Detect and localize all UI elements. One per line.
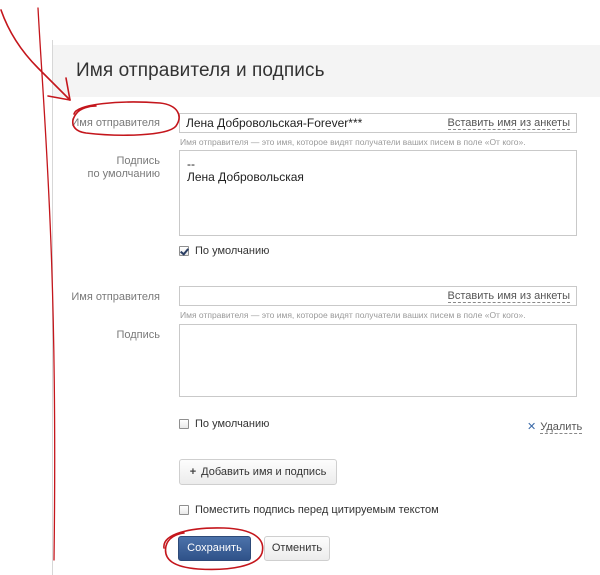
insert-name-from-profile-link[interactable]: Вставить имя из анкеты: [447, 117, 570, 130]
signature-label-line1: Подпись: [116, 155, 160, 167]
signature-line-2: Лена Добровольская: [187, 170, 304, 184]
signature-textarea-2[interactable]: [179, 324, 577, 397]
sender-name-label: Имя отправителя: [71, 117, 160, 129]
sender-name-label-2: Имя отправителя: [71, 291, 160, 303]
default-checkbox-2[interactable]: [179, 419, 189, 429]
settings-page: Имя отправителя и подпись Имя отправител…: [0, 0, 600, 575]
signature-label-2: Подпись: [116, 329, 160, 341]
close-icon: ✕: [527, 421, 537, 433]
default-checkbox-label-1: По умолчанию: [195, 245, 270, 257]
delete-sender-link[interactable]: ✕ Удалить: [527, 420, 583, 434]
signature-textarea[interactable]: -- Лена Добровольская: [179, 150, 577, 236]
default-checkbox-label-2: По умолчанию: [195, 418, 270, 430]
sender-name-hint-2: Имя отправителя — это имя, которое видят…: [180, 310, 526, 320]
default-checkbox-1[interactable]: [179, 246, 189, 256]
sender-name-hint: Имя отправителя — это имя, которое видят…: [180, 137, 526, 147]
add-sender-button[interactable]: + Добавить имя и подпись: [179, 459, 337, 485]
signature-line-1: --: [187, 157, 195, 171]
signature-label: Подпись по умолчанию: [10, 155, 160, 181]
save-button[interactable]: Сохранить: [178, 536, 251, 561]
place-signature-label: Поместить подпись перед цитируемым текст…: [195, 504, 439, 516]
sender-name-field-2[interactable]: Вставить имя из анкеты: [179, 286, 577, 306]
add-sender-label: Добавить имя и подпись: [201, 466, 327, 478]
plus-icon: +: [189, 466, 197, 478]
sender-name-value: Лена Добровольская-Forever***: [186, 116, 363, 130]
page-title: Имя отправителя и подпись: [76, 60, 325, 81]
place-signature-checkbox[interactable]: [179, 505, 189, 515]
cancel-button[interactable]: Отменить: [264, 536, 330, 561]
insert-name-from-profile-link-2[interactable]: Вставить имя из анкеты: [447, 290, 570, 303]
delete-label: Удалить: [540, 421, 583, 434]
sender-name-field[interactable]: Лена Добровольская-Forever*** Вставить и…: [179, 113, 577, 133]
signature-label-line2: по умолчанию: [87, 168, 160, 180]
